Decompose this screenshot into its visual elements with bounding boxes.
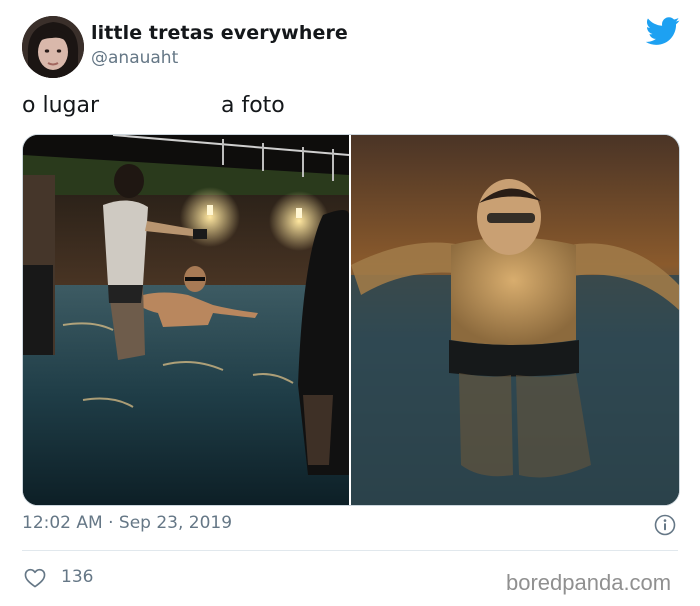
photo-pool-scene[interactable] (23, 135, 349, 505)
tweet-card: little tretas everywhere @anauaht o luga… (0, 0, 700, 606)
tweet-media (22, 134, 680, 506)
footer-divider (22, 550, 678, 551)
author-avatar[interactable] (22, 16, 84, 78)
like-count: 136 (61, 567, 94, 587)
tweet-timestamp[interactable]: 12:02 AM · Sep 23, 2019 (22, 513, 232, 533)
caption-label-photo: a foto (221, 93, 285, 118)
author-display-name[interactable]: little tretas everywhere (91, 22, 348, 44)
author-handle[interactable]: @anauaht (91, 48, 178, 68)
twitter-bird-icon[interactable] (646, 14, 680, 48)
caption-label-place: o lugar (22, 93, 99, 118)
photo-blurry-closeup[interactable] (351, 135, 679, 505)
heart-outline-icon[interactable] (24, 568, 46, 588)
watermark: boredpanda.com (506, 570, 672, 595)
info-icon[interactable] (654, 514, 676, 536)
